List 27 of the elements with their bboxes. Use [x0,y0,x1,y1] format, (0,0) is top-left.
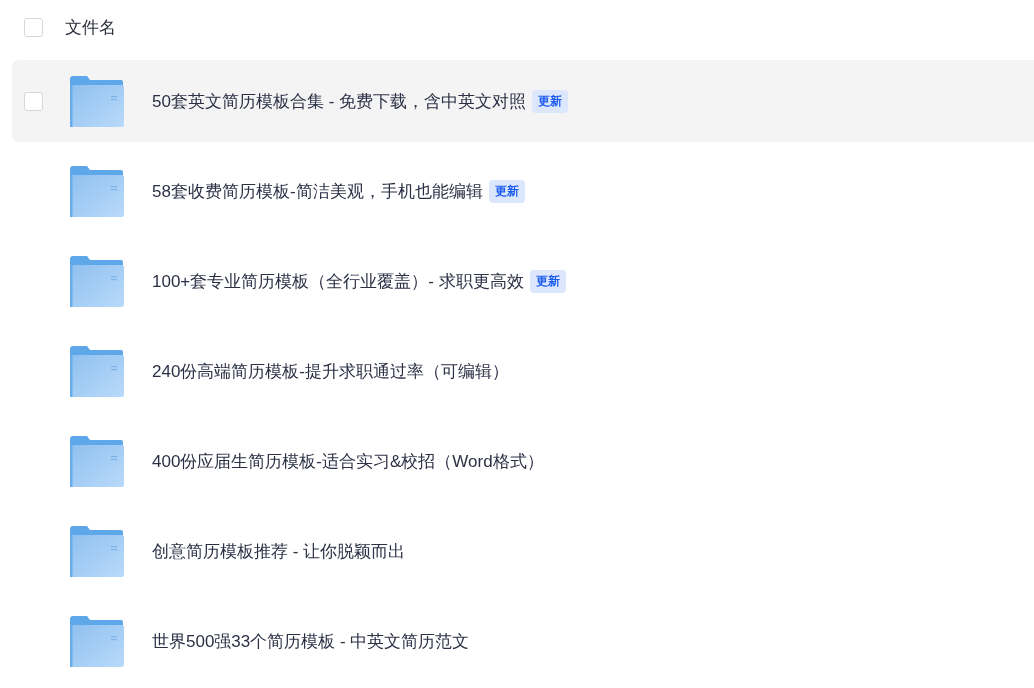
file-name[interactable]: 400份应届生简历模板-适合实习&校招（Word格式） [152,449,544,473]
column-header: 文件名 [65,17,116,39]
folder-icon [70,75,124,127]
file-row[interactable]: 100+套专业简历模板（全行业覆盖）- 求职更高效 更新 [12,240,1034,322]
file-name[interactable]: 58套收费简历模板-简洁美观，手机也能编辑 [152,179,483,203]
file-row[interactable]: 58套收费简历模板-简洁美观，手机也能编辑 更新 [12,150,1034,232]
folder-icon [70,165,124,217]
file-name[interactable]: 创意简历模板推荐 - 让你脱颖而出 [152,539,406,563]
update-badge: 更新 [529,269,566,293]
file-row[interactable]: 世界500强33个简历模板 - 中英文简历范文 [12,600,1034,682]
file-name[interactable]: 50套英文简历模板合集 - 免费下载，含中英文对照 [152,89,527,113]
file-row[interactable]: 400份应届生简历模板-适合实习&校招（Word格式） [12,420,1034,502]
update-badge: 更新 [488,179,525,203]
checkbox[interactable] [24,18,43,37]
folder-icon [70,255,124,307]
folder-icon [70,525,124,577]
file-row[interactable]: 50套英文简历模板合集 - 免费下载，含中英文对照 更新 [12,60,1034,142]
checkbox[interactable] [24,91,43,111]
file-name[interactable]: 世界500强33个简历模板 - 中英文简历范文 [152,629,470,653]
file-name[interactable]: 240份高端简历模板-提升求职通过率（可编辑） [152,359,510,383]
update-badge: 更新 [532,89,569,113]
folder-icon [70,615,124,667]
file-row[interactable]: 240份高端简历模板-提升求职通过率（可编辑） [12,330,1034,412]
folder-icon [70,345,124,397]
file-row[interactable]: 创意简历模板推荐 - 让你脱颖而出 [12,510,1034,592]
file-name[interactable]: 100+套专业简历模板（全行业覆盖）- 求职更高效 [152,269,524,293]
folder-icon [70,435,124,487]
